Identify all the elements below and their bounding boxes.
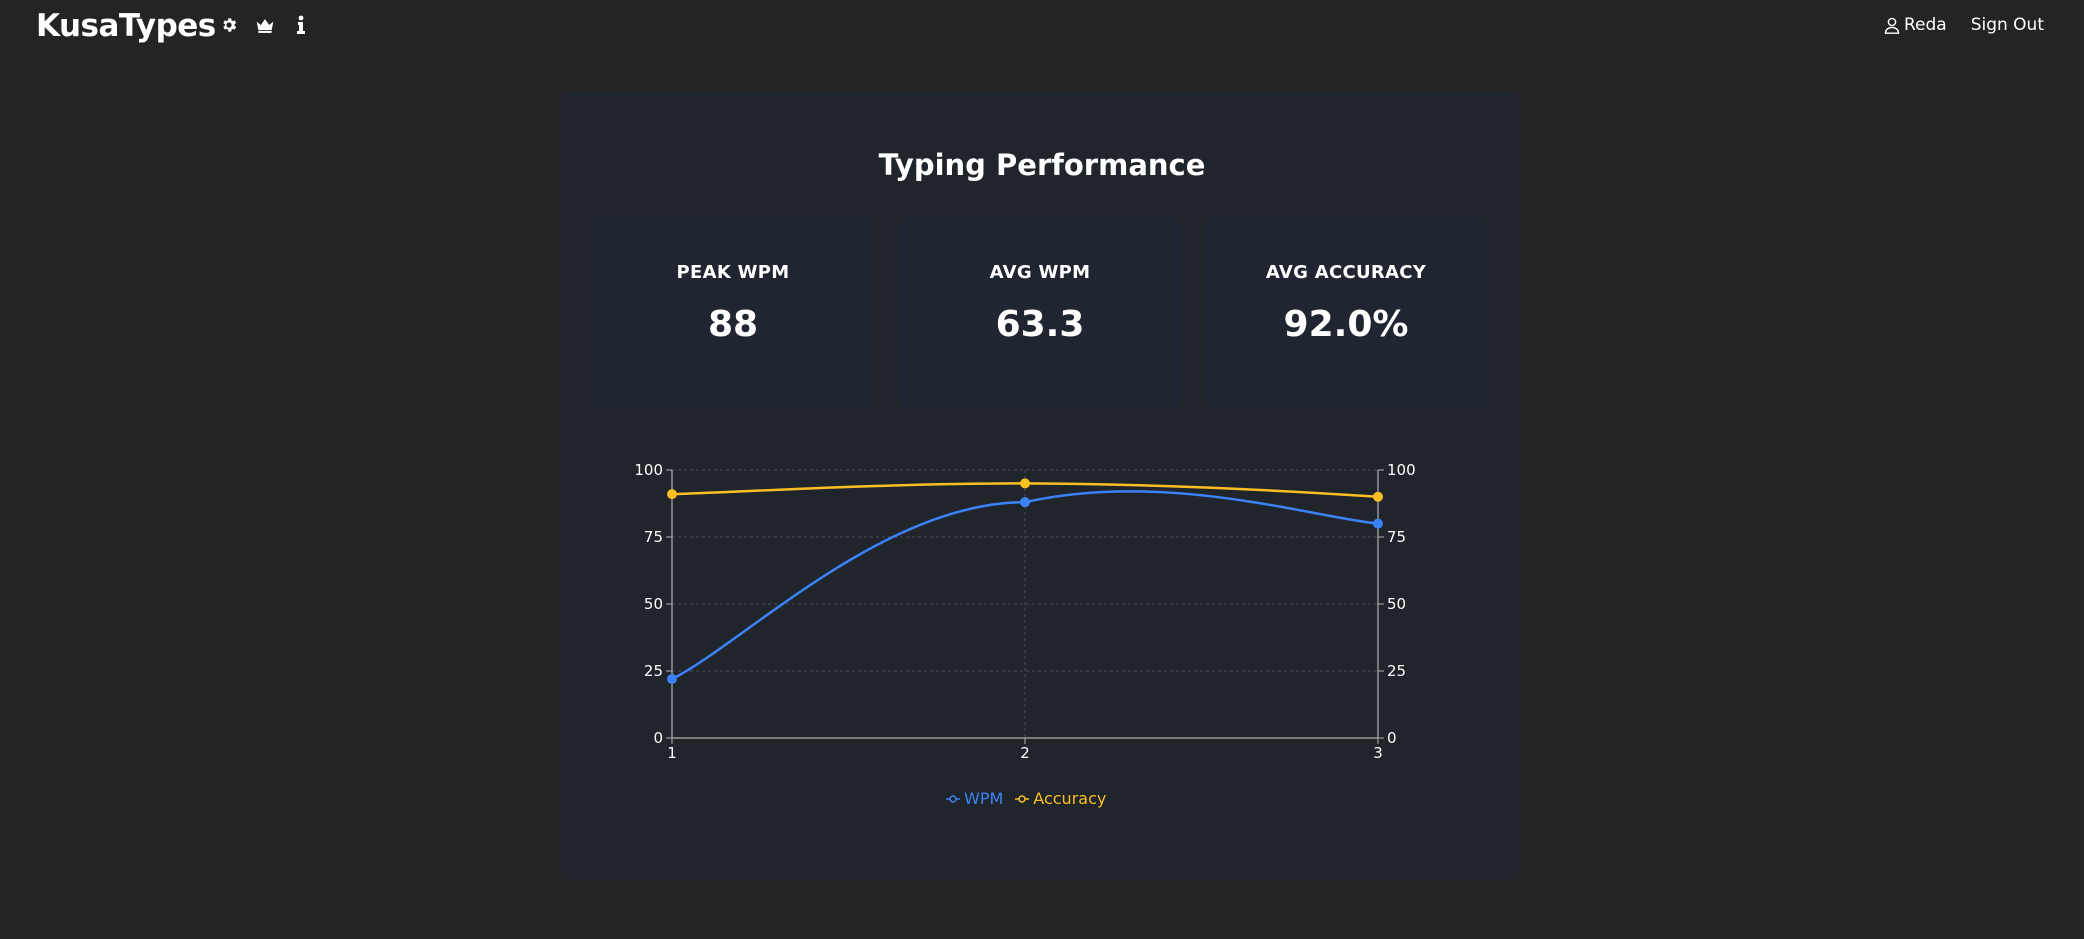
data-point-wpm [667,674,677,685]
y-tick-label-left: 0 [653,729,663,747]
data-point-accuracy [1373,491,1383,502]
legend-item-wpm[interactable]: WPM [946,789,1003,808]
x-tick-label: 3 [1373,744,1383,762]
data-point-wpm [1020,497,1030,508]
x-tick-label: 1 [667,744,677,762]
legend-label-accuracy: Accuracy [1033,789,1107,808]
y-tick-label-left: 100 [634,461,663,479]
y-tick-label-right: 50 [1387,595,1406,613]
legend-label-wpm: WPM [964,789,1004,808]
y-tick-label-right: 75 [1387,528,1406,546]
chart-legend: WPM Accuracy [946,789,1106,808]
legend-item-accuracy[interactable]: Accuracy [1015,789,1106,808]
y-tick-label-right: 0 [1387,729,1397,747]
y-tick-label-right: 25 [1387,662,1406,680]
legend-marker-accuracy [1015,794,1030,803]
data-point-accuracy [667,489,677,500]
data-point-wpm [1373,518,1383,529]
data-point-accuracy [1020,478,1030,489]
y-tick-label-left: 50 [644,595,663,613]
y-tick-label-left: 25 [644,662,663,680]
legend-marker-wpm [946,794,960,803]
y-tick-label-left: 75 [644,528,663,546]
x-tick-label: 2 [1020,744,1030,762]
y-tick-label-right: 100 [1387,461,1416,479]
